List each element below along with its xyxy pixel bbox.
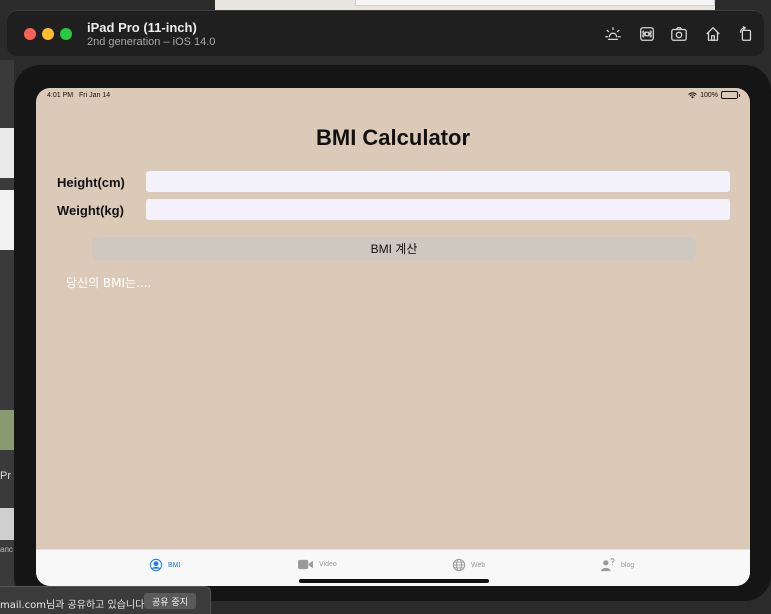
status-bar: 4:01 PM Fri Jan 14 100% (36, 88, 750, 104)
globe-icon (452, 558, 466, 572)
desktop-partial-text: Pr (0, 470, 11, 482)
bmi-result-text: 당신의 BMI는.... (66, 276, 152, 290)
page-title: BMI Calculator (315, 125, 471, 150)
device-name: iPad Pro (11-inch) (87, 20, 197, 35)
app-screen: 4:01 PM Fri Jan 14 100% BMI Calculator H… (36, 88, 750, 586)
tab-blog[interactable]: blog (600, 558, 634, 572)
tab-video[interactable]: Video (297, 558, 337, 571)
tab-web[interactable]: Web (452, 558, 485, 572)
desktop-window-fragment (0, 508, 14, 540)
status-date: Fri Jan 14 (79, 92, 111, 99)
screen-share-banner: mail.com님과 공유하고 있습니다. 공유 중지 (0, 586, 211, 614)
wifi-icon (688, 92, 697, 98)
share-status-text: mail.com님과 공유하고 있습니다. (0, 600, 148, 611)
desktop-window-fragment (0, 410, 14, 450)
desktop-text-field-fragment (355, 0, 715, 6)
rotate-icon[interactable] (736, 24, 756, 44)
weight-label: Weight(kg) (57, 203, 124, 218)
status-time: 4:01 PM (47, 92, 74, 99)
minimize-window-button[interactable] (42, 28, 54, 40)
calculate-bmi-button[interactable]: BMI 계산 (92, 237, 696, 260)
screenshot-camera-icon[interactable] (669, 24, 689, 44)
height-input[interactable] (146, 171, 730, 192)
battery-percent: 100% (700, 91, 718, 99)
stop-sharing-button[interactable]: 공유 중지 (144, 593, 196, 609)
status-right-group: 100% (688, 91, 740, 99)
desktop-window-fragment (0, 190, 14, 250)
simulator-toolbar: iPad Pro (11-inch) 2nd generation – iOS … (7, 10, 764, 56)
tab-label: blog (621, 561, 635, 569)
video-camera-icon (298, 559, 313, 570)
close-window-button[interactable] (24, 28, 36, 40)
height-label: Height(cm) (57, 175, 125, 190)
tab-bmi[interactable]: BMI (149, 558, 180, 572)
battery-icon (721, 91, 740, 99)
tab-label: Web (471, 561, 486, 569)
tab-label: BMI (168, 561, 181, 569)
keyboard-command-icon[interactable] (637, 24, 657, 44)
home-indicator[interactable] (299, 579, 489, 583)
home-icon[interactable] (703, 24, 723, 44)
person-circle-icon (149, 558, 163, 572)
desktop-partial-text: anc (0, 545, 13, 554)
tab-label: Video (319, 561, 337, 568)
brightness-icon[interactable] (603, 24, 623, 44)
person-question-icon (601, 558, 615, 572)
zoom-window-button[interactable] (60, 28, 72, 40)
weight-input[interactable] (146, 199, 730, 220)
desktop-window-fragment (0, 128, 14, 178)
device-subtitle: 2nd generation – iOS 14.0 (87, 36, 216, 48)
